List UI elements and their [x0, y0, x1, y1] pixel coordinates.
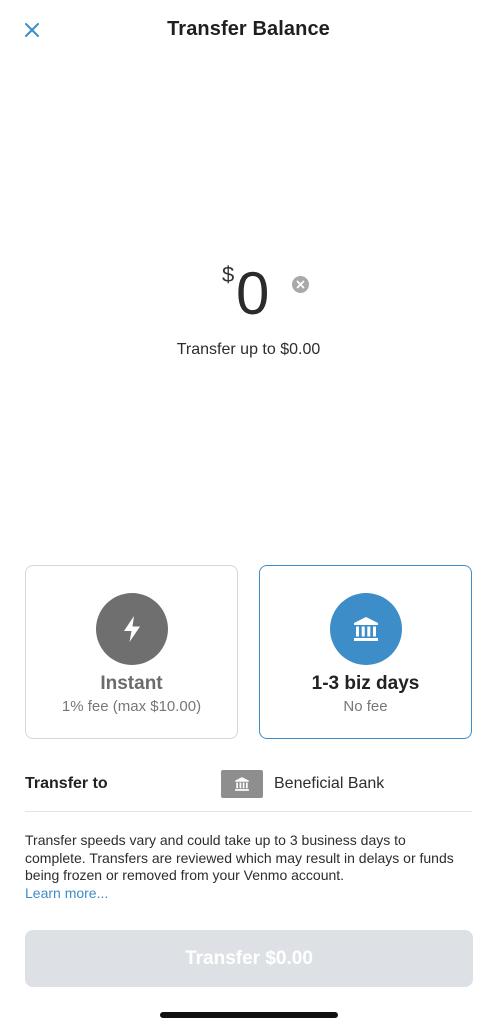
transfer-to-label: Transfer to — [25, 775, 108, 792]
disclaimer-text: Transfer speeds vary and could take up t… — [25, 832, 454, 883]
divider — [25, 811, 472, 812]
page-title: Transfer Balance — [167, 18, 330, 40]
transfer-disclaimer: Transfer speeds vary and could take up t… — [25, 832, 465, 902]
standard-icon-circle — [329, 593, 402, 665]
bank-account-icon — [221, 770, 263, 798]
currency-symbol: $ — [222, 262, 235, 287]
instant-option-title: Instant — [100, 673, 163, 694]
bank-icon — [235, 777, 249, 791]
amount-value[interactable]: 0 — [236, 262, 269, 326]
instant-option-card[interactable]: Instant 1% fee (max $10.00) — [25, 565, 238, 739]
home-indicator[interactable] — [160, 1012, 338, 1018]
destination-bank-name[interactable]: Beneficial Bank — [274, 775, 384, 793]
standard-option-fee: No fee — [343, 698, 388, 715]
clear-circle-icon — [296, 280, 305, 289]
learn-more-link[interactable]: Learn more... — [25, 885, 465, 903]
clear-amount-button[interactable] — [292, 276, 309, 293]
standard-option-title: 1-3 biz days — [311, 673, 420, 694]
transfer-button[interactable]: Transfer $0.00 — [25, 930, 473, 987]
transfer-limit-text: Transfer up to $0.00 — [176, 341, 321, 358]
instant-option-fee: 1% fee (max $10.00) — [61, 698, 202, 715]
bank-icon — [353, 617, 378, 641]
instant-icon-circle — [95, 593, 168, 665]
lightning-bolt-icon — [123, 616, 140, 642]
standard-option-card[interactable]: 1-3 biz days No fee — [259, 565, 472, 739]
